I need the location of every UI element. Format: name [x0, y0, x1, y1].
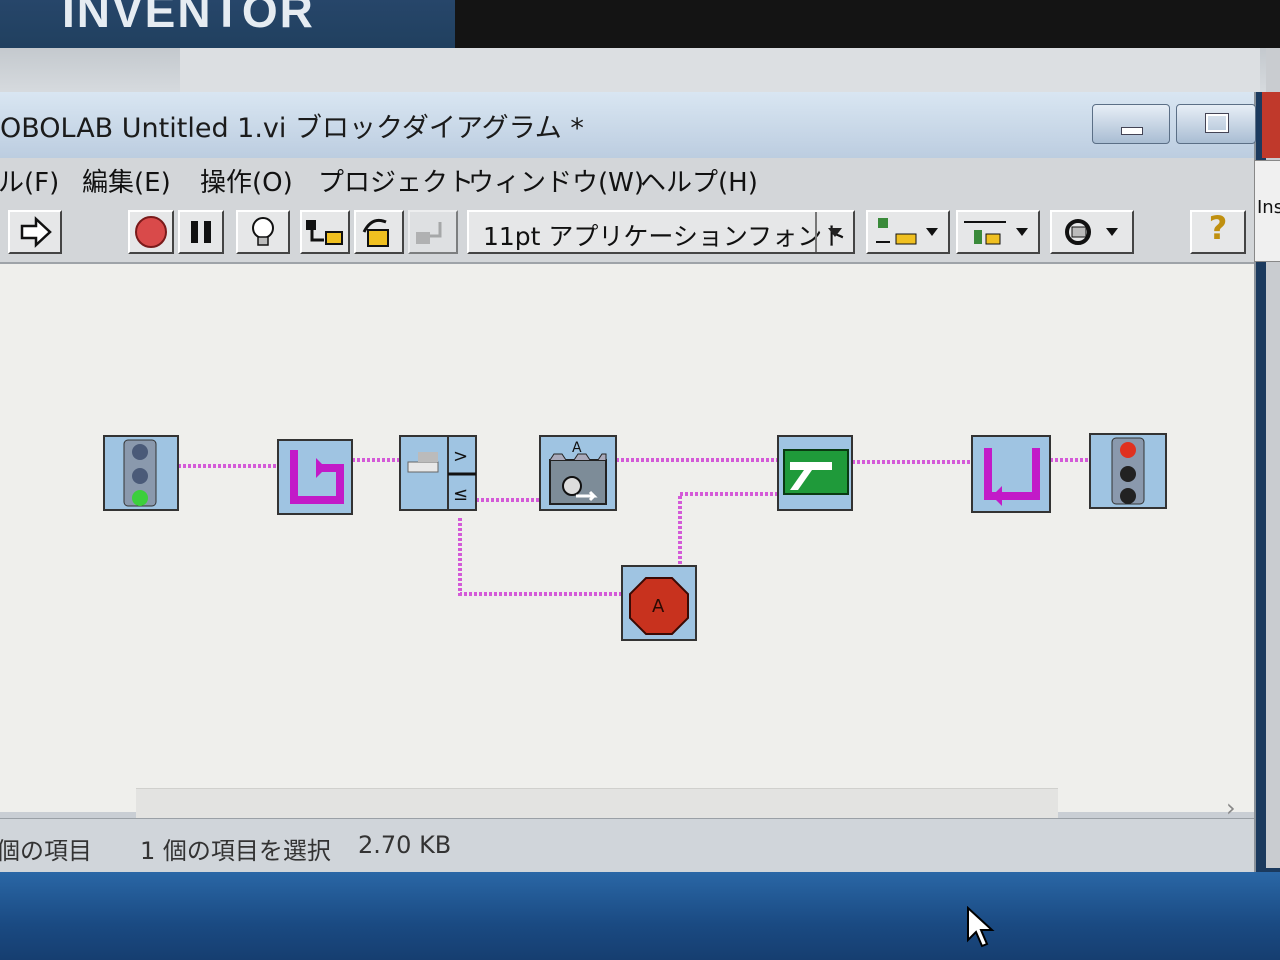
wait-label: A: [572, 440, 582, 456]
green-block-icon[interactable]: [777, 435, 853, 511]
status-bar: 個の項目 1 個の項目を選択 2.70 KB: [0, 818, 1254, 873]
step-into-icon: [306, 220, 343, 245]
step-into-button[interactable]: [300, 210, 350, 254]
touch-sensor-fork-icon[interactable]: > ≤: [399, 435, 477, 511]
status-size: 2.70 KB: [358, 831, 452, 859]
stop-motor-a-icon[interactable]: A: [621, 565, 697, 641]
loop-start-icon[interactable]: [277, 439, 353, 515]
stop-motor-label: A: [652, 596, 665, 617]
reorder-icon: [1065, 219, 1118, 245]
status-selected: 1 個の項目を選択: [140, 837, 331, 865]
align-icon: [876, 218, 938, 245]
pause-button[interactable]: [178, 210, 224, 254]
title-bar: OBOLAB Untitled 1.vi ブロックダイアグラム *: [0, 92, 1256, 158]
menu-help[interactable]: ヘルプ(H): [640, 162, 758, 199]
abort-button[interactable]: [128, 210, 174, 254]
toolbar: 11pt アプリケーションフォント ?: [0, 198, 1254, 264]
fork-label-greater: >: [453, 446, 468, 467]
loop-end-icon[interactable]: [971, 435, 1051, 513]
step-over-icon: [362, 218, 389, 247]
align-objects-button[interactable]: [866, 210, 950, 254]
block-diagram-canvas[interactable]: > ≤ A A: [0, 264, 1254, 812]
help-icon: ?: [1208, 209, 1228, 247]
step-out-icon: [416, 222, 442, 244]
side-panel[interactable]: Ins: [1254, 160, 1280, 262]
window-title: OBOLAB Untitled 1.vi ブロックダイアグラム *: [0, 113, 584, 144]
background-window-strip: [0, 48, 1280, 92]
run-arrow-button[interactable]: [8, 210, 62, 254]
wire[interactable]: [678, 492, 778, 574]
chevron-down-icon: [815, 212, 853, 252]
side-panel-label: Ins: [1257, 197, 1280, 218]
brand-text: INVENTOR: [62, 0, 315, 37]
minimize-button[interactable]: [1092, 104, 1170, 144]
mouse-cursor-icon: [967, 906, 995, 948]
status-item-count: 個の項目: [0, 837, 92, 865]
background-ticker: [455, 0, 1280, 48]
stop-icon: [135, 216, 167, 248]
highlight-execution-button[interactable]: [236, 210, 290, 254]
block-diagram-window: OBOLAB Untitled 1.vi ブロックダイアグラム * ル(F) 編…: [0, 92, 1256, 873]
wire[interactable]: [458, 518, 622, 596]
run-arrow-icon: [20, 216, 52, 248]
lightbulb-icon: [252, 217, 274, 246]
diagram-svg: > ≤ A A: [103, 433, 1167, 641]
end-traffic-light-icon[interactable]: [1089, 433, 1167, 509]
distribute-objects-button[interactable]: [956, 210, 1040, 254]
menu-project[interactable]: プロジェクト: [318, 162, 474, 199]
menu-operate[interactable]: 操作(O): [200, 162, 293, 199]
fork-label-less-equal: ≤: [453, 484, 468, 505]
step-over-button[interactable]: [354, 210, 404, 254]
reorder-button[interactable]: [1050, 210, 1134, 254]
horizontal-scrollbar[interactable]: [136, 788, 1058, 821]
font-select[interactable]: 11pt アプリケーションフォント: [467, 210, 855, 254]
taskbar: [0, 872, 1280, 960]
close-button[interactable]: [1262, 92, 1280, 158]
menu-file[interactable]: ル(F): [0, 162, 59, 199]
menu-window[interactable]: ウィンドウ(W): [468, 162, 644, 199]
step-out-button[interactable]: [408, 210, 458, 254]
distribute-icon: [964, 221, 1028, 245]
menu-bar: ル(F) 編集(E) 操作(O) プロジェクト ウィンドウ(W) ヘルプ(H): [0, 158, 1254, 199]
help-button[interactable]: ?: [1190, 210, 1246, 254]
background-banner: INVENTOR: [0, 0, 455, 48]
maximize-button[interactable]: [1176, 104, 1256, 144]
font-select-value: 11pt アプリケーションフォント: [483, 222, 848, 251]
menu-edit[interactable]: 編集(E): [82, 162, 171, 199]
begin-traffic-light-icon[interactable]: [103, 435, 179, 511]
wait-for-sensor-icon[interactable]: A: [539, 435, 617, 511]
pause-icon: [191, 221, 211, 243]
